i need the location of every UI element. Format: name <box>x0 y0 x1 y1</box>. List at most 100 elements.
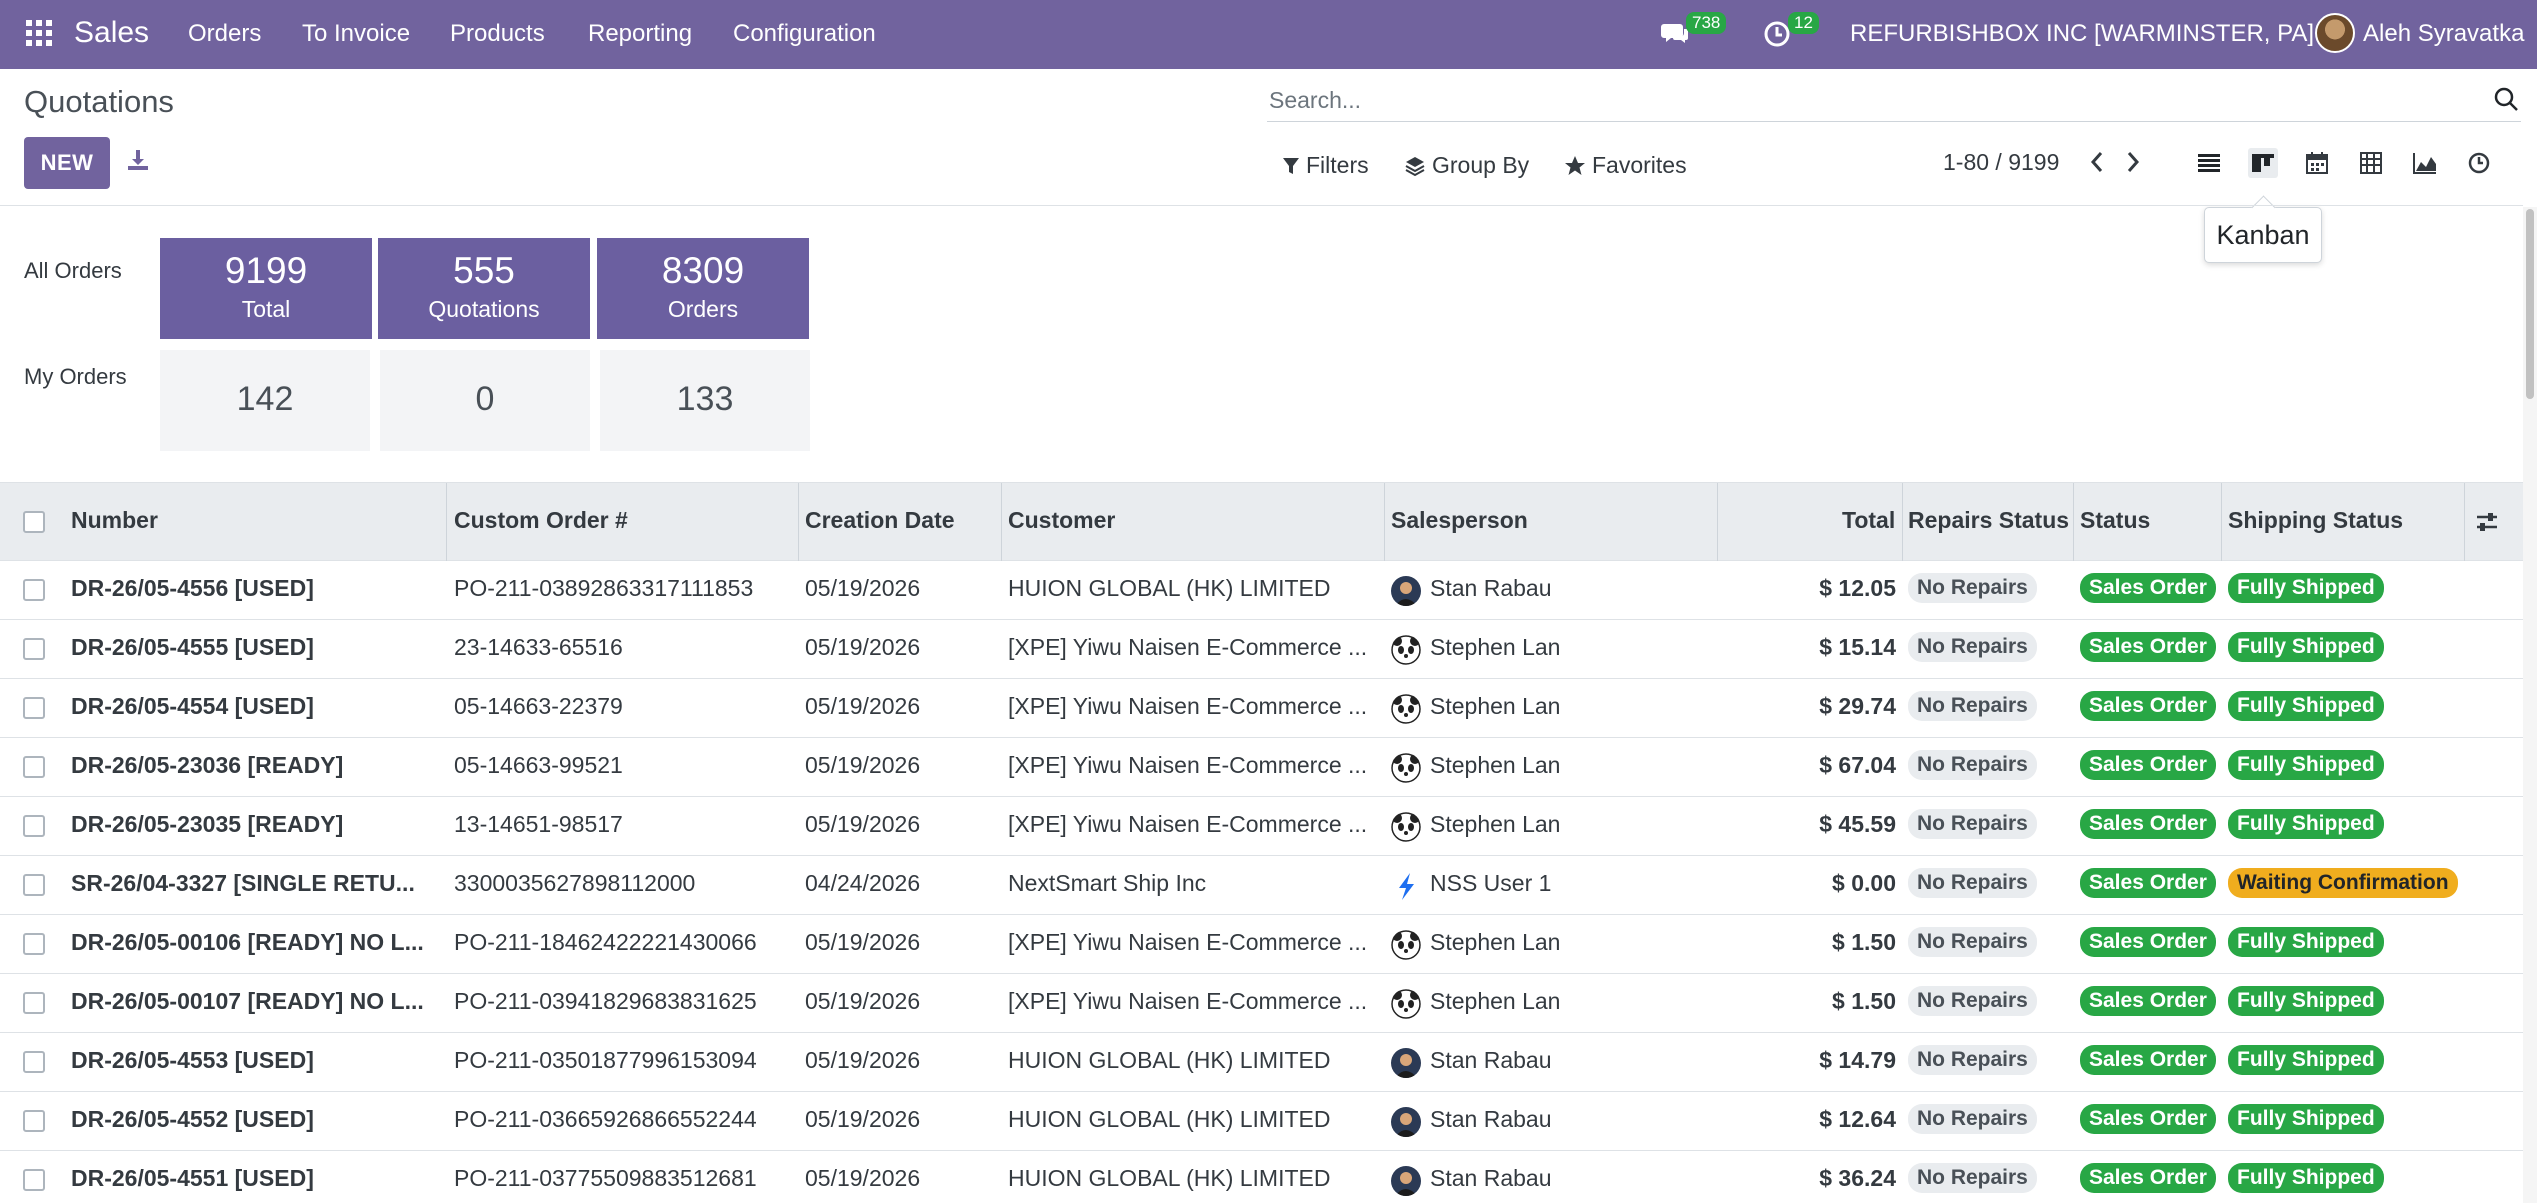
menu-to-invoice[interactable]: To Invoice <box>302 20 410 48</box>
activity-view-button[interactable] <box>2464 148 2494 178</box>
pager-previous-icon[interactable] <box>2084 148 2110 176</box>
tile-all-quotations[interactable]: 555 Quotations <box>378 238 590 339</box>
menu-reporting[interactable]: Reporting <box>588 20 692 48</box>
table-row[interactable]: DR-26/05-4552 [USED] PO-211-0366592686655… <box>0 1092 2523 1151</box>
new-button[interactable]: NEW <box>24 137 110 189</box>
order-number: SR-26/04-3327 [SINGLE RETU... <box>71 870 415 896</box>
kanban-view-button[interactable] <box>2248 148 2278 178</box>
scrollbar-thumb[interactable] <box>2526 209 2534 399</box>
pager-value[interactable]: 1-80 / 9199 <box>1943 149 2059 176</box>
creation-date: 05/19/2026 <box>805 1165 921 1191</box>
filters-button[interactable]: Filters <box>1282 152 1369 179</box>
status-badge: Sales Order <box>2080 868 2216 898</box>
column-separator[interactable] <box>2073 483 2074 561</box>
custom-order-number: 13-14651-98517 <box>454 811 623 837</box>
search-icon[interactable] <box>2493 86 2519 112</box>
activities-button[interactable] <box>1763 20 1791 48</box>
search-bar <box>1267 80 2521 122</box>
tile-my-total[interactable]: 142 <box>160 350 370 451</box>
creation-date: 05/19/2026 <box>805 752 921 778</box>
shipping-status-badge: Fully Shipped <box>2228 1163 2384 1193</box>
header-total[interactable]: Total <box>1842 507 1895 534</box>
customer-name: HUION GLOBAL (HK) LIMITED <box>1008 1165 1331 1191</box>
header-customer[interactable]: Customer <box>1008 507 1115 534</box>
table-row[interactable]: DR-26/05-00106 [READY] NO L... PO-211-184… <box>0 915 2523 974</box>
column-separator[interactable] <box>2221 483 2222 561</box>
column-separator[interactable] <box>1384 483 1385 561</box>
scrollbar[interactable] <box>2523 207 2537 1203</box>
header-creation-date[interactable]: Creation Date <box>805 507 955 534</box>
table-row[interactable]: DR-26/05-4553 [USED] PO-211-0350187799615… <box>0 1033 2523 1092</box>
tile-all-total[interactable]: 9199 Total <box>160 238 372 339</box>
shipping-status-badge: Fully Shipped <box>2228 632 2384 662</box>
salesperson-name: Stan Rabau <box>1430 1165 1552 1191</box>
order-number: DR-26/05-4555 [USED] <box>71 634 314 660</box>
creation-date: 05/19/2026 <box>805 988 921 1014</box>
shipping-status-badge: Waiting Confirmation <box>2228 868 2458 898</box>
row-checkbox[interactable] <box>23 579 45 601</box>
tile-my-quotations[interactable]: 0 <box>380 350 590 451</box>
list-view-button[interactable] <box>2194 148 2224 178</box>
table-row[interactable]: DR-26/05-4555 [USED] 23-14633-65516 05/19/… <box>0 620 2523 679</box>
customer-name: [XPE] Yiwu Naisen E-Commerce ... <box>1008 634 1368 660</box>
column-separator[interactable] <box>1902 483 1903 561</box>
shipping-status-badge: Fully Shipped <box>2228 573 2384 603</box>
column-separator[interactable] <box>1001 483 1002 561</box>
tile-my-orders[interactable]: 133 <box>600 350 810 451</box>
row-checkbox[interactable] <box>23 933 45 955</box>
row-checkbox[interactable] <box>23 756 45 778</box>
clock-icon <box>1764 21 1790 47</box>
table-row[interactable]: DR-26/05-23035 [READY] 13-14651-98517 05/1… <box>0 797 2523 856</box>
repairs-status-badge: No Repairs <box>1908 1045 2037 1075</box>
favorites-button[interactable]: Favorites <box>1564 152 1687 179</box>
status-badge: Sales Order <box>2080 1163 2216 1193</box>
column-separator[interactable] <box>798 483 799 561</box>
table-row[interactable]: DR-26/05-4556 [USED] PO-211-0389286331711… <box>0 561 2523 620</box>
group-by-button[interactable]: Group By <box>1404 152 1529 179</box>
row-checkbox[interactable] <box>23 992 45 1014</box>
header-number[interactable]: Number <box>71 507 158 534</box>
tile-all-orders[interactable]: 8309 Orders <box>597 238 809 339</box>
apps-menu-icon[interactable] <box>26 20 52 46</box>
table-row[interactable]: DR-26/05-4554 [USED] 05-14663-22379 05/19/… <box>0 679 2523 738</box>
calendar-view-button[interactable] <box>2302 148 2332 178</box>
row-checkbox[interactable] <box>23 1110 45 1132</box>
filter-icon <box>1283 157 1299 174</box>
header-repairs-status[interactable]: Repairs Status <box>1908 507 2069 534</box>
header-shipping-status[interactable]: Shipping Status <box>2228 507 2403 534</box>
header-status[interactable]: Status <box>2080 507 2150 534</box>
row-checkbox[interactable] <box>23 697 45 719</box>
select-all-checkbox[interactable] <box>23 511 45 533</box>
page-title[interactable]: Quotations <box>24 84 174 120</box>
control-panel-divider <box>0 205 2523 206</box>
search-input[interactable] <box>1267 80 2467 120</box>
menu-orders[interactable]: Orders <box>188 20 261 48</box>
company-switcher[interactable]: REFURBISHBOX INC [WARMINSTER, PA] <box>1850 20 2314 48</box>
table-row[interactable]: DR-26/05-00107 [READY] NO L... PO-211-039… <box>0 974 2523 1033</box>
pager-next-icon[interactable] <box>2120 148 2146 176</box>
column-separator[interactable] <box>2464 483 2465 561</box>
user-avatar[interactable] <box>2315 13 2355 53</box>
row-checkbox[interactable] <box>23 1169 45 1191</box>
column-separator[interactable] <box>446 483 447 561</box>
row-checkbox[interactable] <box>23 638 45 660</box>
table-row[interactable]: DR-26/05-23036 [READY] 05-14663-99521 05/1… <box>0 738 2523 797</box>
table-row[interactable]: DR-26/05-4551 [USED] PO-211-0377550988351… <box>0 1151 2523 1203</box>
pivot-view-button[interactable] <box>2356 148 2386 178</box>
header-custom-order[interactable]: Custom Order # <box>454 507 628 534</box>
app-name[interactable]: Sales <box>74 16 149 50</box>
table-row[interactable]: SR-26/04-3327 [SINGLE RETU... 33000356278… <box>0 856 2523 915</box>
graph-view-button[interactable] <box>2410 148 2440 178</box>
menu-configuration[interactable]: Configuration <box>733 20 876 48</box>
menu-products[interactable]: Products <box>450 20 545 48</box>
optional-columns-icon[interactable] <box>2474 509 2500 535</box>
creation-date: 05/19/2026 <box>805 575 921 601</box>
row-checkbox[interactable] <box>23 874 45 896</box>
row-checkbox[interactable] <box>23 1051 45 1073</box>
user-name[interactable]: Aleh Syravatka <box>2363 20 2524 48</box>
row-checkbox[interactable] <box>23 815 45 837</box>
download-icon[interactable] <box>126 148 150 172</box>
column-separator[interactable] <box>1717 483 1718 561</box>
creation-date: 05/19/2026 <box>805 1047 921 1073</box>
header-salesperson[interactable]: Salesperson <box>1391 507 1528 534</box>
